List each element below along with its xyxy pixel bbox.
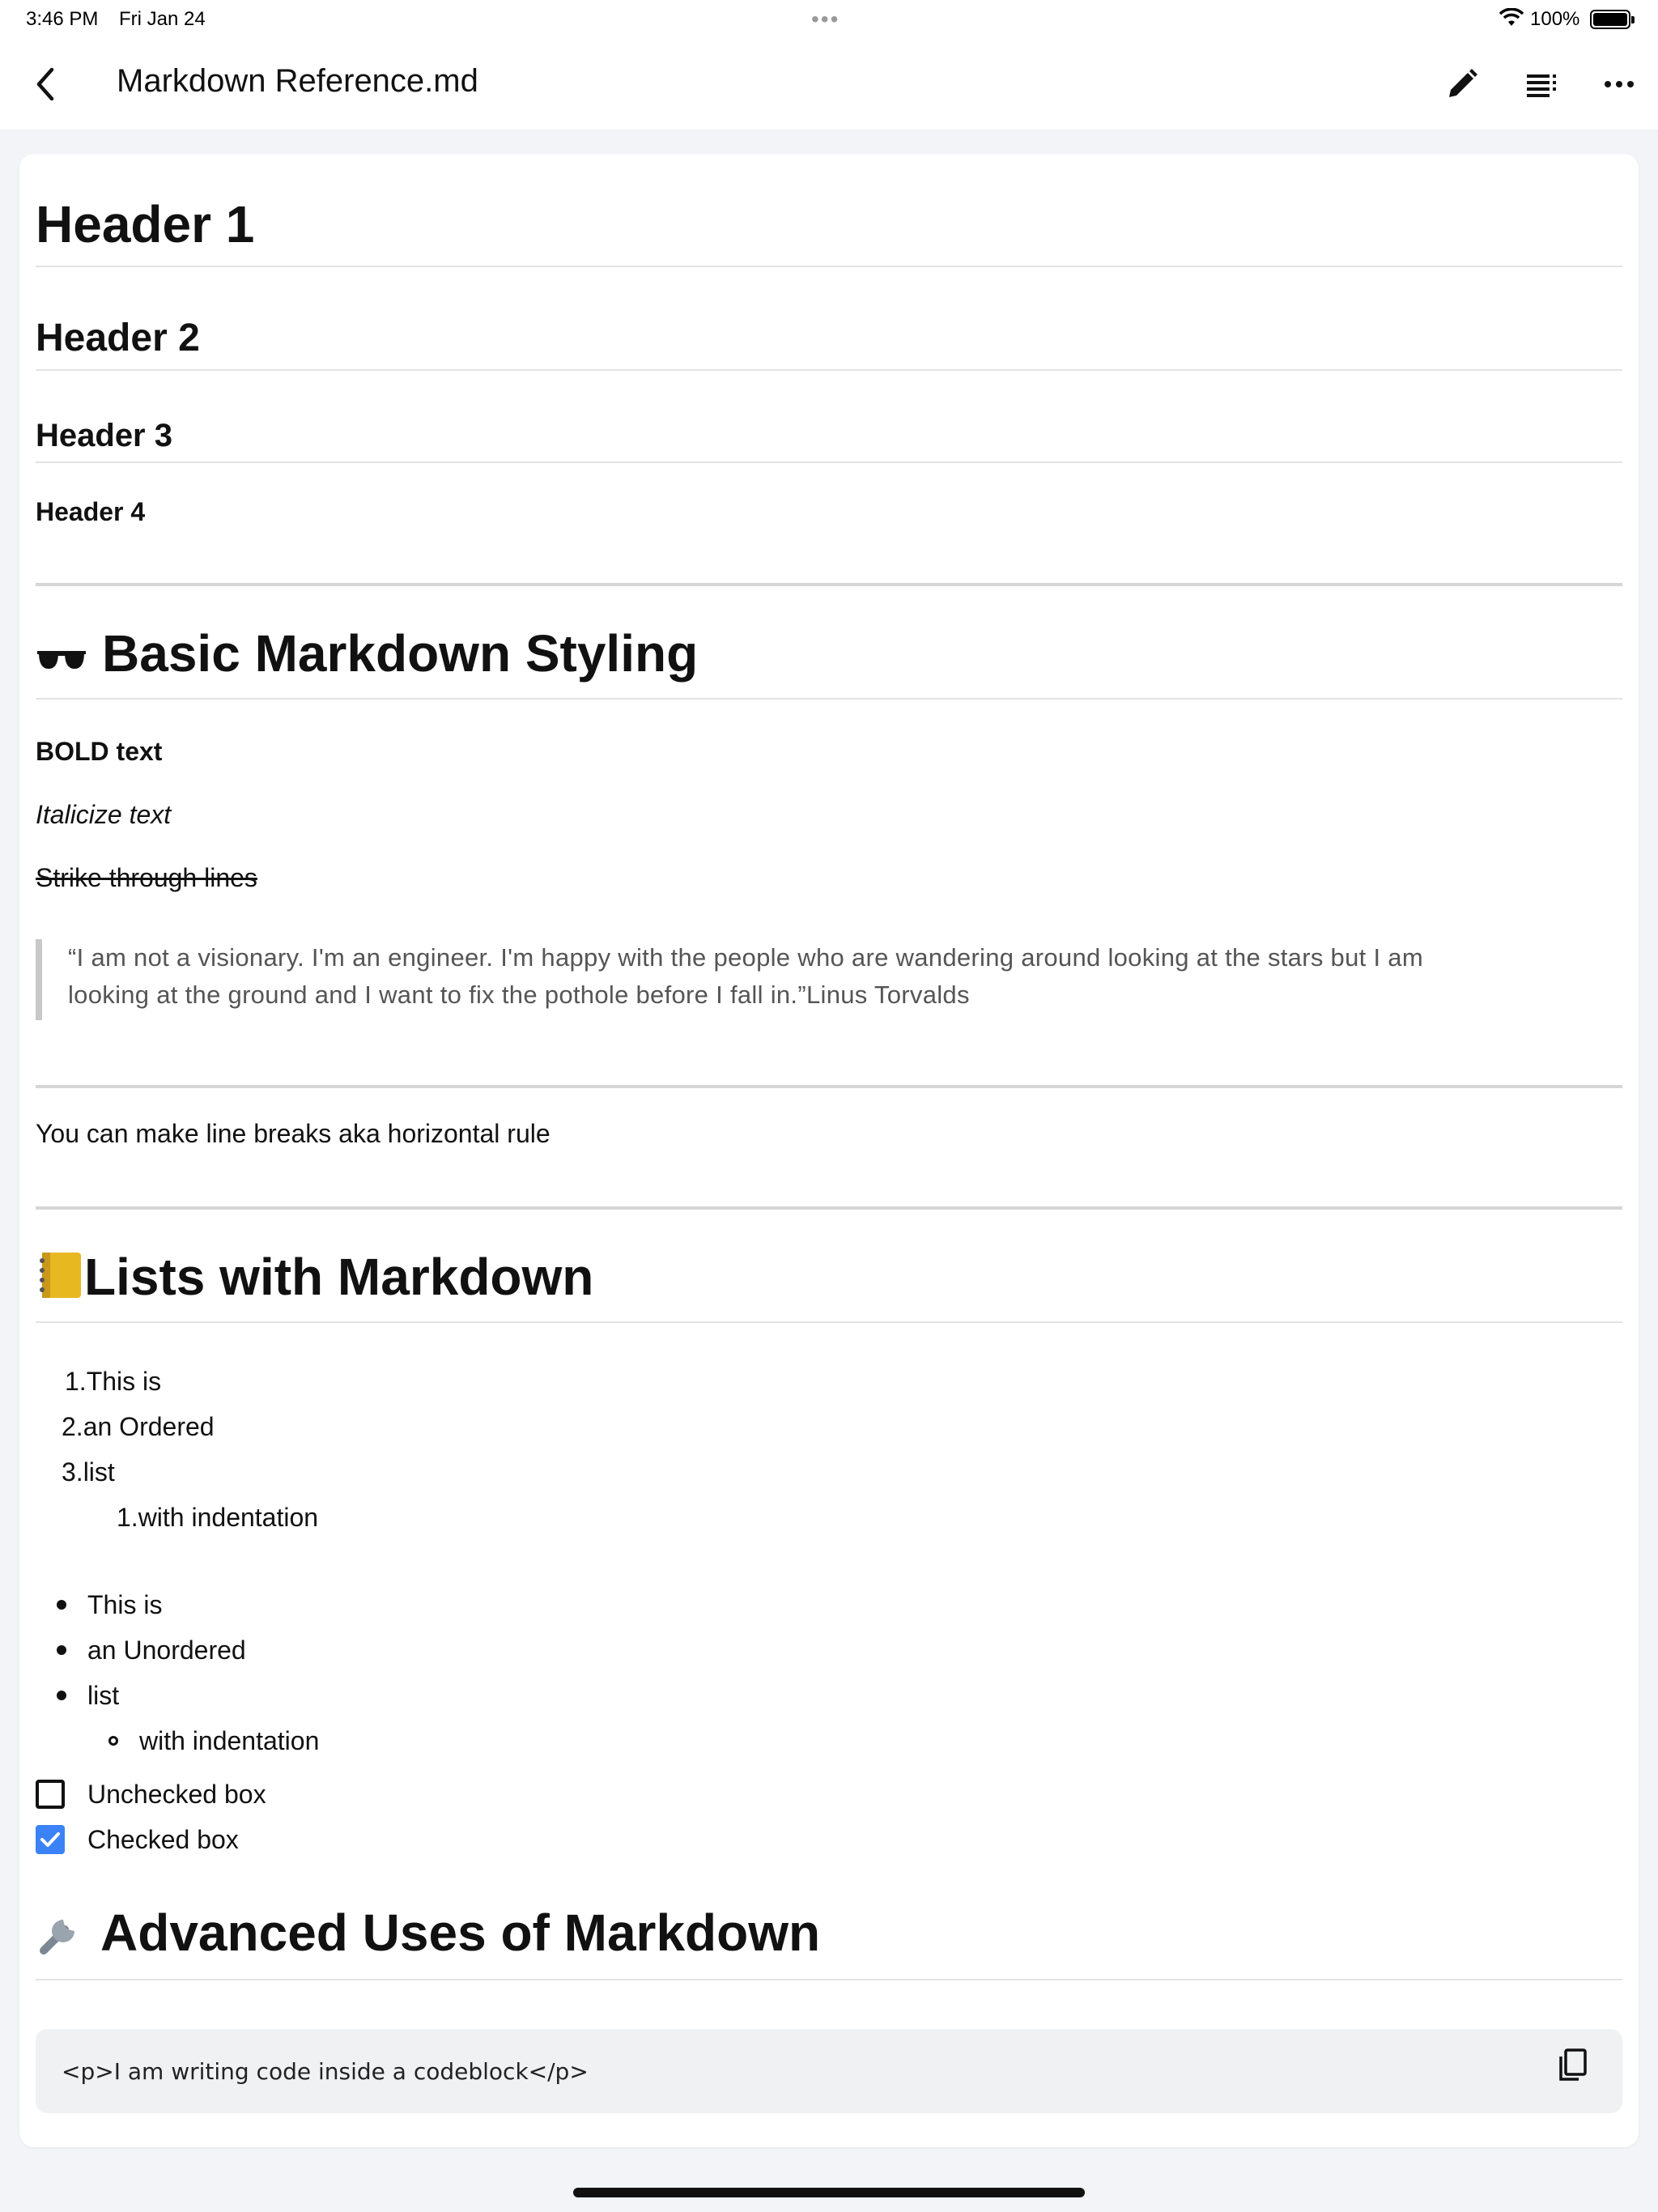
paragraph: You can make line breaks aka horizontal …	[36, 1119, 551, 1148]
list-number: 2.	[62, 1412, 83, 1441]
horizontal-rule	[36, 1206, 1622, 1210]
unordered-list-item: This is	[87, 1590, 163, 1619]
task-item-label: Checked box	[87, 1825, 239, 1854]
ordered-list-item: 3.list	[62, 1457, 115, 1487]
unordered-list-item-nested: with indentation	[139, 1726, 320, 1755]
horizontal-rule	[36, 1085, 1622, 1088]
status-bar: 3:46 PM Fri Jan 24 ••• 100%	[0, 0, 1658, 39]
blockquote: “I am not a visionary. I'm an engineer. …	[36, 939, 1622, 1020]
outline-list-icon[interactable]	[1520, 63, 1562, 105]
unordered-list-item: list	[87, 1681, 120, 1710]
back-chevron-icon[interactable]	[28, 65, 66, 104]
list-item-text: with indentation	[138, 1503, 319, 1532]
more-icon[interactable]	[1598, 63, 1640, 105]
heading-basic-styling: Basic Markdown Styling	[36, 623, 698, 687]
bullet-icon	[57, 1645, 66, 1655]
blockquote-line: looking at the ground and I want to fix …	[68, 981, 970, 1009]
code-text: <p>I am writing code inside a codeblock<…	[62, 2058, 589, 2085]
divider	[36, 462, 1622, 463]
hollow-bullet-icon	[108, 1736, 118, 1746]
heading-4: Header 4	[36, 497, 146, 526]
status-date: Fri Jan 24	[119, 8, 206, 30]
wrench-icon	[36, 1905, 87, 1969]
home-indicator[interactable]	[573, 2188, 1085, 2197]
heading-advanced: Advanced Uses of Markdown	[36, 1903, 820, 1969]
bullet-icon	[57, 1691, 66, 1700]
strike-text: Strike through lines	[36, 863, 257, 892]
sunglasses-icon	[36, 627, 87, 687]
ordered-list-item-nested: 1.with indentation	[117, 1503, 318, 1533]
notebook-icon	[36, 1249, 84, 1313]
list-item-text: an Ordered	[83, 1412, 215, 1441]
list-item-text: This is	[86, 1367, 162, 1396]
list-number: 1.	[65, 1367, 87, 1396]
heading-1: Header 1	[36, 195, 255, 253]
page-title: Markdown Reference.md	[117, 63, 478, 99]
status-time: 3:46 PM	[26, 8, 99, 30]
wifi-icon	[1499, 7, 1524, 33]
bold-text: BOLD text	[36, 737, 163, 766]
heading-3: Header 3	[36, 418, 172, 453]
ordered-list-item: 2.an Ordered	[62, 1412, 215, 1442]
divider	[36, 698, 1622, 700]
pencil-icon[interactable]	[1441, 63, 1483, 105]
italic-text: Italicize text	[36, 800, 172, 829]
task-item-label: Unchecked box	[87, 1780, 266, 1809]
horizontal-rule	[36, 583, 1622, 586]
heading-advanced-text: Advanced Uses of Markdown	[100, 1904, 821, 1962]
list-number: 3.	[62, 1457, 83, 1487]
document-card: Header 1 Header 2 Header 3 Header 4 Basi…	[19, 154, 1639, 2147]
unchecked-checkbox[interactable]	[36, 1780, 65, 1809]
heading-lists-text: Lists with Markdown	[84, 1248, 594, 1306]
heading-lists: Lists with Markdown	[36, 1247, 593, 1313]
nav-bar: Markdown Reference.md	[0, 39, 1658, 130]
checked-checkbox[interactable]	[36, 1825, 65, 1854]
battery-icon	[1590, 10, 1635, 29]
divider	[36, 369, 1622, 371]
divider	[36, 266, 1622, 267]
multitasking-dots-icon[interactable]: •••	[811, 6, 840, 32]
code-block: <p>I am writing code inside a codeblock<…	[36, 2029, 1622, 2113]
list-number: 1.	[117, 1503, 138, 1532]
copy-icon[interactable]	[1551, 2044, 1593, 2086]
blockquote-line: “I am not a visionary. I'm an engineer. …	[68, 943, 1423, 972]
ordered-list-item: 1.This is	[65, 1367, 161, 1397]
unordered-list-item: an Unordered	[87, 1636, 246, 1665]
list-item-text: list	[83, 1457, 115, 1487]
checkmark-icon	[40, 1832, 60, 1847]
bullet-icon	[57, 1600, 66, 1610]
heading-basic-styling-text: Basic Markdown Styling	[102, 624, 699, 683]
divider	[36, 1321, 1622, 1323]
battery-percent: 100%	[1530, 8, 1580, 30]
heading-2: Header 2	[36, 317, 200, 359]
divider	[36, 1979, 1622, 1980]
